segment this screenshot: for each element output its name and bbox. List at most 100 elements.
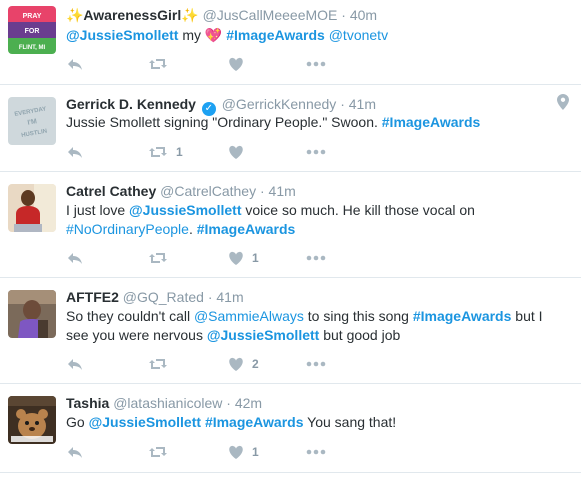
reply-icon (68, 447, 82, 458)
retweet-count: 1 (176, 145, 183, 159)
display-name[interactable]: ✨AwarenessGirl✨ (66, 7, 199, 23)
user-handle[interactable]: @JusCallMeeeeMOE (203, 7, 338, 23)
heart-icon (229, 445, 243, 459)
mention-link[interactable]: @tvonetv (329, 27, 388, 43)
text-segment: So they couldn't call (66, 308, 194, 324)
reply-button[interactable] (66, 443, 84, 461)
like-count: 1 (252, 251, 259, 265)
text-segment: see you were nervous (66, 327, 207, 343)
tweet-header: ✨AwarenessGirl✨ @JusCallMeeeeMOE · 40m (66, 6, 377, 24)
hashtag-link[interactable]: #NoOrdinaryPeople (66, 221, 189, 237)
retweet-icon (149, 59, 167, 69)
display-name[interactable]: Catrel Cathey (66, 183, 156, 199)
retweet-button[interactable] (148, 355, 176, 373)
more-icon (306, 255, 326, 261)
user-handle[interactable]: @latashianicolew (113, 395, 222, 411)
timestamp[interactable]: 41m (269, 183, 296, 199)
display-name[interactable]: Gerrick D. Kennedy (66, 96, 196, 112)
avatar[interactable]: EVERYDAY I'M HUSTLIN (8, 97, 56, 145)
mention-link[interactable]: @SammieAlways (194, 308, 304, 324)
timestamp[interactable]: 41m (216, 289, 243, 305)
user-handle[interactable]: @CatrelCathey (160, 183, 256, 199)
more-button[interactable] (306, 143, 326, 161)
separator: · (226, 395, 231, 411)
user-handle[interactable]: @GerrickKennedy (222, 96, 337, 112)
avatar[interactable] (8, 396, 56, 444)
text-segment: Go (66, 414, 89, 430)
retweet-icon (149, 147, 167, 157)
more-button[interactable] (306, 443, 326, 461)
timestamp[interactable]: 41m (349, 96, 376, 112)
heart-icon (229, 145, 243, 159)
location-pin-icon[interactable] (557, 94, 569, 115)
tweet-header: Tashia @latashianicolew · 42m (66, 394, 262, 412)
like-count: 1 (252, 445, 259, 459)
like-button[interactable]: 1 (228, 443, 259, 461)
retweet-button[interactable] (148, 249, 176, 267)
mention-link[interactable]: @JussieSmollett (129, 202, 241, 218)
retweet-button[interactable] (148, 443, 176, 461)
text-segment: to sing this song (303, 308, 413, 324)
tweet[interactable]: AFTFE2 @GQ_Rated · 41m So they couldn't … (0, 278, 581, 384)
hashtag-link[interactable]: #ImageAwards (205, 414, 304, 430)
timestamp[interactable]: 42m (235, 395, 262, 411)
more-icon (306, 149, 326, 155)
like-button[interactable]: 2 (228, 355, 259, 373)
reply-icon (68, 253, 82, 264)
tweet-text: @JussieSmollett my 💖 #ImageAwards @tvone… (66, 26, 566, 45)
like-button[interactable]: 1 (228, 249, 259, 267)
heart-icon (229, 57, 243, 71)
svg-text:PRAY: PRAY (23, 13, 42, 20)
retweet-icon (149, 253, 167, 263)
text-segment: You sang that! (303, 414, 397, 430)
mention-link[interactable]: @JussieSmollett (66, 27, 178, 43)
retweet-button[interactable]: 1 (148, 143, 183, 161)
heart-emoji: 💖 (204, 27, 223, 43)
tweet[interactable]: PRAY FOR FLINT, MI ✨AwarenessGirl✨ @JusC… (0, 0, 581, 85)
reply-icon (68, 59, 82, 70)
tweet-text: Go @JussieSmollett #ImageAwards You sang… (66, 413, 566, 432)
text-segment: . (188, 221, 197, 237)
mention-link[interactable]: @JussieSmollett (89, 414, 201, 430)
more-button[interactable] (306, 249, 326, 267)
text-segment: voice so much. He kill those vocal on (241, 202, 475, 218)
like-button[interactable] (228, 55, 252, 73)
more-button[interactable] (306, 355, 326, 373)
avatar[interactable]: PRAY FOR FLINT, MI (8, 6, 56, 54)
separator: · (341, 7, 346, 23)
separator: · (207, 289, 213, 305)
like-button[interactable] (228, 143, 252, 161)
display-name[interactable]: Tashia (66, 395, 109, 411)
tweet[interactable]: Tashia @latashianicolew · 42m Go @Jussie… (0, 384, 581, 473)
tweet-text: I just love @JussieSmollett voice so muc… (66, 201, 566, 239)
like-count: 2 (252, 357, 259, 371)
tweet-text: Jussie Smollett signing "Ordinary People… (66, 113, 566, 132)
timestamp[interactable]: 40m (350, 7, 377, 23)
more-button[interactable] (306, 55, 326, 73)
reply-button[interactable] (66, 143, 84, 161)
display-name[interactable]: AFTFE2 (66, 289, 119, 305)
separator: · (259, 183, 265, 199)
hashtag-link[interactable]: #ImageAwards (226, 27, 325, 43)
tweet[interactable]: Catrel Cathey @CatrelCathey · 41m I just… (0, 172, 581, 278)
tweet[interactable]: EVERYDAY I'M HUSTLIN Gerrick D. Kennedy … (0, 85, 581, 172)
hashtag-link[interactable]: #ImageAwards (197, 221, 296, 237)
avatar[interactable] (8, 184, 56, 232)
tweet-feed: PRAY FOR FLINT, MI ✨AwarenessGirl✨ @JusC… (0, 0, 581, 482)
retweet-button[interactable] (148, 55, 176, 73)
reply-button[interactable] (66, 55, 84, 73)
more-icon (306, 449, 326, 455)
tweet-header: Catrel Cathey @CatrelCathey · 41m (66, 182, 296, 200)
hashtag-link[interactable]: #ImageAwards (413, 308, 512, 324)
heart-icon (229, 251, 243, 265)
mention-link[interactable]: @JussieSmollett (207, 327, 319, 343)
avatar[interactable] (8, 290, 56, 338)
user-handle[interactable]: @GQ_Rated (123, 289, 204, 305)
text-segment: but I (511, 308, 543, 324)
reply-button[interactable] (66, 355, 84, 373)
svg-text:FLINT, MI: FLINT, MI (19, 45, 46, 51)
reply-icon (68, 359, 82, 370)
hashtag-link[interactable]: #ImageAwards (382, 114, 481, 130)
text-segment: but good job (319, 327, 401, 343)
reply-button[interactable] (66, 249, 84, 267)
